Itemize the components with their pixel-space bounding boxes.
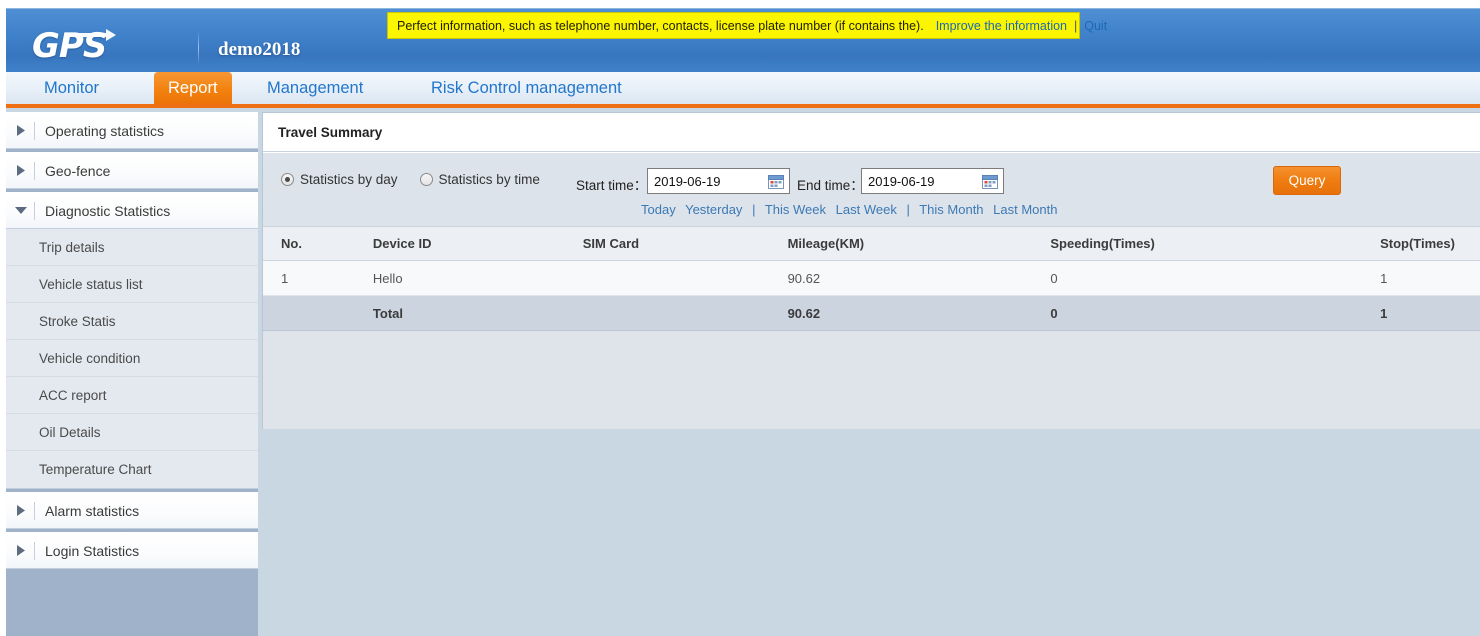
sidebar-group-diagnostic-statistics: Diagnostic Statistics Trip details Vehic… bbox=[6, 192, 258, 489]
chevron-right-icon bbox=[10, 505, 32, 516]
sidebar-item-acc-report[interactable]: ACC report bbox=[6, 377, 258, 414]
notification-bar: Perfect information, such as telephone n… bbox=[387, 12, 1107, 39]
tab-monitor[interactable]: Monitor bbox=[30, 72, 113, 104]
content-panel: Travel Summary Statistics by day Statist… bbox=[262, 112, 1480, 429]
chevron-right-icon bbox=[10, 165, 32, 176]
sidebar-item-diagnostic-statistics[interactable]: Diagnostic Statistics bbox=[6, 192, 258, 229]
main-navigation: Monitor Report Management Risk Control m… bbox=[6, 72, 1480, 108]
sidebar-label: Login Statistics bbox=[45, 542, 140, 559]
sidebar-item-login-statistics[interactable]: Login Statistics bbox=[6, 532, 258, 569]
sidebar-item-temperature-chart[interactable]: Temperature Chart bbox=[6, 451, 258, 488]
chevron-right-icon bbox=[10, 545, 32, 556]
sidebar-item-alarm-statistics[interactable]: Alarm statistics bbox=[6, 492, 258, 529]
radio-statistics-by-time-label[interactable]: Statistics by time bbox=[439, 172, 540, 187]
chevron-right-icon bbox=[10, 125, 32, 136]
top-white-strip bbox=[0, 0, 1480, 8]
start-time-input[interactable]: 2019-06-19 bbox=[647, 168, 790, 194]
quick-date-links: Today Yesterday | This Week Last Week | … bbox=[641, 202, 1064, 217]
menu-divider bbox=[34, 201, 35, 220]
travel-summary-table: No. Device ID SIM Card Mileage(KM) Speed… bbox=[263, 226, 1480, 331]
total-cell-mileage: 90.62 bbox=[787, 305, 821, 321]
sidebar-item-geo-fence[interactable]: Geo-fence bbox=[6, 152, 258, 189]
sidebar-item-stroke-statis[interactable]: Stroke Statis bbox=[6, 303, 258, 340]
gps-logo-text: GPS bbox=[32, 26, 107, 66]
sidebar-item-operating-statistics[interactable]: Operating statistics bbox=[6, 112, 258, 149]
cell-mileage: 90.62 bbox=[787, 270, 821, 286]
menu-divider bbox=[34, 121, 35, 140]
end-time-input[interactable]: 2019-06-19 bbox=[861, 168, 1004, 194]
sidebar-group-alarm-statistics: Alarm statistics bbox=[6, 492, 258, 529]
tab-report[interactable]: Report bbox=[154, 72, 232, 104]
cell-device-id: Hello bbox=[372, 270, 403, 286]
header-divider bbox=[198, 31, 199, 65]
gps-logo[interactable]: GPS bbox=[32, 25, 182, 67]
sidebar-label: Diagnostic Statistics bbox=[45, 202, 171, 219]
column-header-sim-card[interactable]: SIM Card bbox=[583, 236, 788, 251]
quick-link-yesterday[interactable]: Yesterday bbox=[685, 202, 742, 217]
sidebar-item-oil-details[interactable]: Oil Details bbox=[6, 414, 258, 451]
notification-message: Perfect information, such as telephone n… bbox=[397, 18, 924, 33]
sidebar-label: Geo-fence bbox=[45, 162, 111, 179]
sidebar-submenu-diagnostic-statistics: Trip details Vehicle status list Stroke … bbox=[6, 229, 258, 489]
column-header-device-id[interactable]: Device ID bbox=[373, 236, 583, 251]
sidebar-group-geo-fence: Geo-fence bbox=[6, 152, 258, 189]
table-header-row: No. Device ID SIM Card Mileage(KM) Speed… bbox=[263, 226, 1480, 261]
quit-link[interactable]: Quit bbox=[1084, 19, 1107, 33]
end-time-label: End time： bbox=[797, 178, 864, 193]
sidebar-label: Operating statistics bbox=[45, 122, 165, 139]
sidebar-item-vehicle-condition[interactable]: Vehicle condition bbox=[6, 340, 258, 377]
left-white-strip bbox=[0, 0, 6, 636]
quick-link-last-month[interactable]: Last Month bbox=[993, 202, 1057, 217]
sidebar-group-operating-statistics: Operating statistics bbox=[6, 112, 258, 149]
sidebar-item-vehicle-status-list[interactable]: Vehicle status list bbox=[6, 266, 258, 303]
quick-link-this-week[interactable]: This Week bbox=[765, 202, 826, 217]
quick-links-separator: | bbox=[906, 202, 910, 217]
sidebar: Operating statistics Geo-fence Diagnosti… bbox=[6, 112, 258, 636]
sidebar-label: Alarm statistics bbox=[45, 502, 140, 519]
menu-divider bbox=[34, 161, 35, 180]
tab-risk-control-management[interactable]: Risk Control management bbox=[417, 72, 636, 104]
column-header-mileage[interactable]: Mileage(KM) bbox=[788, 236, 1051, 251]
total-cell-speeding: 0 bbox=[1050, 305, 1058, 321]
query-toolbar: Statistics by day Statistics by time Sta… bbox=[263, 153, 1480, 226]
radio-statistics-by-time[interactable] bbox=[419, 173, 433, 186]
quick-link-this-month[interactable]: This Month bbox=[919, 202, 983, 217]
start-time-label: Start time： bbox=[576, 178, 648, 193]
query-button[interactable]: Query bbox=[1273, 166, 1341, 195]
page-title: Travel Summary bbox=[263, 113, 1480, 152]
table-empty-area bbox=[263, 331, 1480, 429]
chevron-down-icon bbox=[10, 206, 32, 215]
total-cell-stop: 1 bbox=[1380, 305, 1388, 321]
column-header-speeding[interactable]: Speeding(Times) bbox=[1050, 236, 1380, 251]
start-time-value: 2019-06-19 bbox=[654, 173, 721, 189]
table-total-row: Total 90.62 0 1 bbox=[263, 296, 1480, 331]
cell-stop: 1 bbox=[1380, 270, 1388, 286]
calendar-icon[interactable] bbox=[982, 174, 998, 189]
cell-speeding: 0 bbox=[1050, 270, 1058, 286]
account-name: demo2018 bbox=[218, 39, 301, 60]
radio-statistics-by-day-label[interactable]: Statistics by day bbox=[300, 172, 398, 187]
app-root: GPS demo2018 Perfect information, such a… bbox=[0, 0, 1480, 636]
statistics-mode-radio-group: Statistics by day Statistics by time bbox=[281, 172, 562, 187]
column-header-stop[interactable]: Stop(Times) bbox=[1380, 236, 1480, 251]
radio-statistics-by-day[interactable] bbox=[281, 173, 294, 186]
sidebar-item-trip-details[interactable]: Trip details bbox=[6, 229, 258, 266]
column-header-no[interactable]: No. bbox=[263, 236, 373, 251]
table-row[interactable]: 1 Hello 90.62 0 1 bbox=[263, 261, 1480, 296]
calendar-icon[interactable] bbox=[768, 174, 784, 189]
end-time-value: 2019-06-19 bbox=[868, 173, 935, 189]
quick-link-last-week[interactable]: Last Week bbox=[836, 202, 897, 217]
tab-management[interactable]: Management bbox=[253, 72, 377, 104]
total-label: Total bbox=[372, 305, 404, 321]
menu-divider bbox=[34, 501, 35, 520]
notification-separator: | bbox=[1074, 18, 1078, 33]
quick-link-today[interactable]: Today bbox=[641, 202, 676, 217]
quick-links-separator: | bbox=[752, 202, 756, 217]
cell-no: 1 bbox=[281, 270, 289, 286]
sidebar-group-login-statistics: Login Statistics bbox=[6, 532, 258, 569]
improve-information-link[interactable]: Improve the information bbox=[936, 19, 1067, 33]
menu-divider bbox=[34, 541, 35, 560]
